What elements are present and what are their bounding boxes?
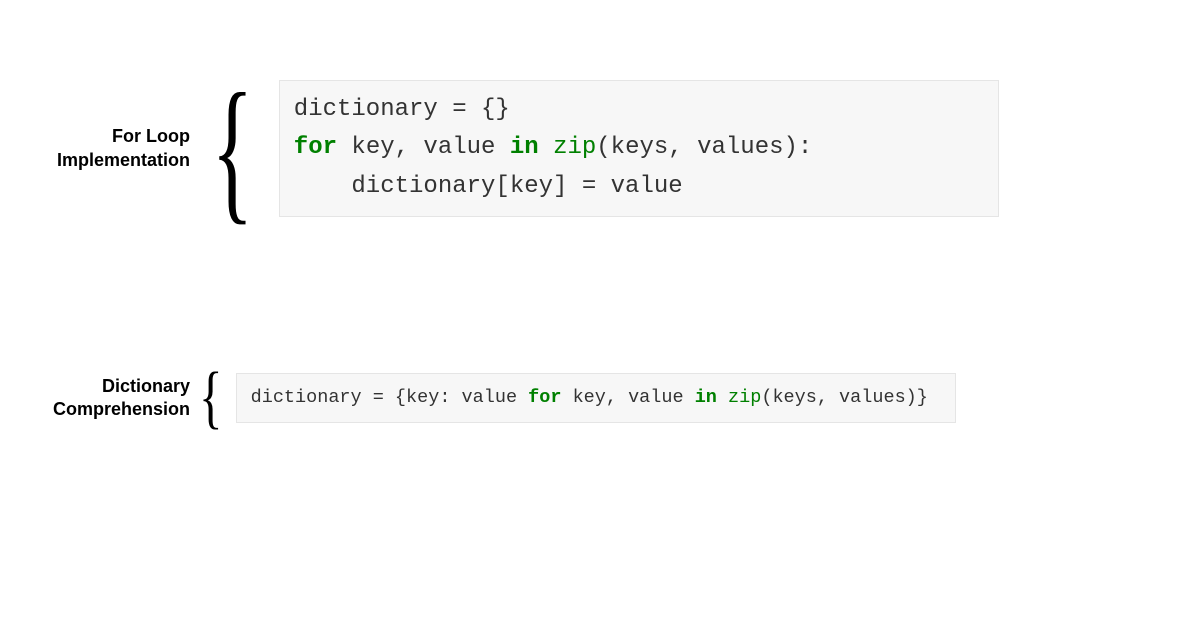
for-loop-section: For Loop Implementation { dictionary = {… <box>40 80 999 217</box>
code-text <box>717 387 728 408</box>
code-text: (keys, values): <box>596 134 812 161</box>
function-zip: zip <box>553 134 596 161</box>
dict-comprehension-code-block: dictionary = {key: value for key, value … <box>236 373 956 423</box>
code-text: (keys, values)} <box>761 387 928 408</box>
for-loop-label: For Loop Implementation <box>40 125 190 172</box>
code-text: dictionary = {key: value <box>251 387 529 408</box>
keyword-in: in <box>510 134 539 161</box>
code-line-3: dictionary[key] = value <box>294 173 683 200</box>
function-zip: zip <box>728 387 761 408</box>
keyword-for: for <box>294 134 337 161</box>
label-line-1: For Loop <box>112 126 190 146</box>
code-text <box>539 134 553 161</box>
code-text: key, value <box>337 134 510 161</box>
brace-icon: { <box>194 370 228 426</box>
label-line-2: Implementation <box>57 150 190 170</box>
dict-comprehension-section: Dictionary Comprehension { dictionary = … <box>40 370 956 426</box>
brace-icon: { <box>194 85 271 213</box>
keyword-in: in <box>695 387 717 408</box>
keyword-for: for <box>528 387 561 408</box>
code-text: key, value <box>561 387 694 408</box>
for-loop-code-block: dictionary = {} for key, value in zip(ke… <box>279 80 999 217</box>
dict-comprehension-label: Dictionary Comprehension <box>40 375 190 422</box>
label-line-1: Dictionary <box>102 376 190 396</box>
code-line-1: dictionary = {} <box>294 96 510 123</box>
label-line-2: Comprehension <box>53 399 190 419</box>
